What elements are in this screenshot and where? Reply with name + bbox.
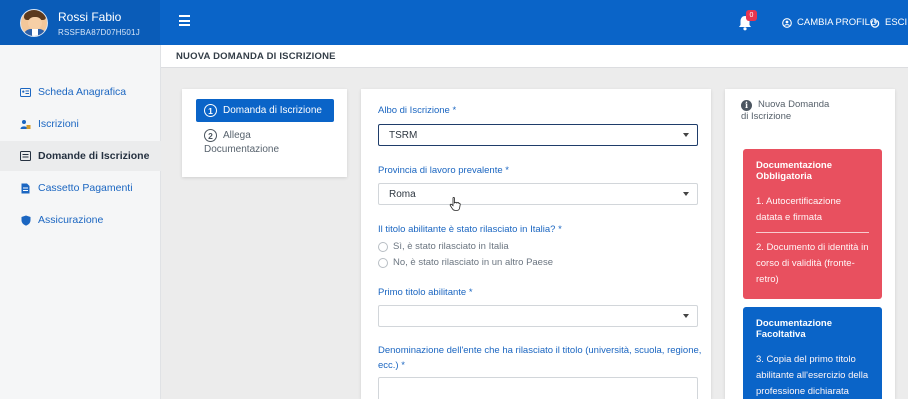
info-heading-line1: Nuova Domanda: [758, 99, 830, 110]
doc-item-2-line1: 2. Documento di identità in: [756, 242, 869, 253]
users-icon: [20, 119, 31, 130]
id-card-icon: [20, 87, 31, 98]
step-number: 1: [204, 104, 217, 117]
title-line2: Obbligatoria: [756, 171, 812, 182]
steps-card: 1 Domanda di Iscrizione 2 Allega Documen…: [182, 89, 347, 177]
power-icon: [870, 18, 880, 28]
doc-item-2-line2: corso di validità (fronte-: [756, 258, 855, 269]
user-circle-icon: [782, 17, 792, 28]
sidebar-item-label: Iscrizioni: [38, 118, 79, 130]
breadcrumb-bar: NUOVA DOMANDA DI ISCRIZIONE: [161, 45, 908, 68]
title-line1: Documentazione: [756, 318, 833, 329]
sidebar-item-label: Scheda Anagrafica: [38, 86, 127, 98]
top-bar: Rossi Fabio RSSFBA87D07H501J 0 CAMBIA PR…: [0, 0, 908, 45]
menu-toggle-icon[interactable]: [179, 15, 190, 27]
step-label: Allega: [223, 130, 251, 141]
ente-label-continued: ecc.) *: [378, 360, 405, 371]
title-line2: Facoltativa: [756, 329, 806, 340]
doc-item-1: 1. Autocertificazione datata e firmata: [756, 194, 869, 226]
provincia-value: Roma: [389, 188, 416, 200]
mandatory-docs-box: Documentazione Obbligatoria 1. Autocerti…: [743, 149, 882, 299]
doc-item-2-line3: retro): [756, 274, 779, 285]
chevron-down-icon: [683, 314, 689, 318]
info-panel: i Nuova Domanda di Iscrizione Documentazi…: [725, 89, 895, 399]
step-label-continued: Documentazione: [204, 144, 280, 155]
step-label: Domanda di Iscrizione: [223, 105, 322, 116]
user-name: Rossi Fabio: [58, 10, 122, 24]
radio-label: Sì, è stato rilasciato in Italia: [393, 241, 509, 252]
doc-item-1-line1: 1. Autocertificazione: [756, 196, 842, 207]
radio-button[interactable]: [378, 241, 388, 252]
notification-badge: 0: [746, 10, 757, 21]
step-number: 2: [204, 129, 217, 142]
primo-titolo-label: Primo titolo abilitante *: [378, 287, 473, 298]
user-block[interactable]: Rossi Fabio RSSFBA87D07H501J: [0, 0, 160, 45]
chevron-down-icon: [683, 133, 689, 137]
info-icon: i: [741, 99, 752, 111]
provincia-select[interactable]: Roma: [378, 183, 698, 205]
sidebar-item-label: Domande di Iscrizione: [38, 150, 150, 162]
titolo-italia-label: Il titolo abilitante è stato rilasciato …: [378, 224, 562, 235]
radio-italia-no[interactable]: No, è stato rilasciato in un altro Paese: [378, 257, 553, 268]
info-heading-line2: di Iscrizione: [741, 111, 792, 122]
doc-item-3-line1: 3. Copia del primo titolo: [756, 354, 856, 365]
doc-item-3-line3: professione dichiarata: [756, 386, 849, 397]
sidebar-item-domande-di-iscrizione[interactable]: Domande di Iscrizione: [0, 141, 161, 171]
change-profile-label: CAMBIA PROFILO: [797, 17, 878, 28]
albo-select[interactable]: TSRM: [378, 124, 698, 146]
form-card: Albo di Iscrizione * TSRM Provincia di l…: [361, 89, 711, 399]
divider: [756, 232, 869, 233]
logout-label: ESCI: [885, 17, 908, 28]
doc-item-3-line2: abilitante all'esercizio della: [756, 370, 869, 381]
albo-label: Albo di Iscrizione *: [378, 105, 457, 116]
radio-button[interactable]: [378, 257, 388, 268]
change-profile-button[interactable]: CAMBIA PROFILO: [782, 17, 877, 28]
user-fiscal-code: RSSFBA87D07H501J: [58, 28, 140, 37]
doc-item-3: 3. Copia del primo titolo abilitante all…: [756, 352, 869, 399]
file-icon: [20, 183, 31, 194]
optional-docs-title: Documentazione Facoltativa: [756, 318, 869, 340]
form-icon: [20, 151, 31, 162]
doc-item-2: 2. Documento di identità in corso di val…: [756, 240, 869, 288]
hand-cursor-icon: [449, 197, 461, 216]
title-line1: Documentazione: [756, 160, 833, 171]
logout-button[interactable]: ESCI: [870, 17, 907, 28]
primo-titolo-select[interactable]: [378, 305, 698, 327]
sidebar-item-cassetto-pagamenti[interactable]: Cassetto Pagamenti: [0, 173, 161, 203]
step-1-domanda[interactable]: 1 Domanda di Iscrizione: [196, 99, 334, 122]
sidebar-item-label: Assicurazione: [38, 214, 104, 226]
ente-input[interactable]: [378, 377, 698, 399]
step-2-documentazione[interactable]: 2 Allega Documentazione: [204, 129, 344, 155]
sidebar-item-iscrizioni[interactable]: Iscrizioni: [0, 109, 161, 139]
sidebar-item-scheda-anagrafica[interactable]: Scheda Anagrafica: [0, 77, 161, 107]
albo-value: TSRM: [389, 129, 418, 141]
info-heading: i Nuova Domanda di Iscrizione: [741, 99, 871, 123]
sidebar-item-label: Cassetto Pagamenti: [38, 182, 133, 194]
shield-icon: [20, 215, 31, 226]
provincia-label: Provincia di lavoro prevalente *: [378, 165, 509, 176]
page-title: NUOVA DOMANDA DI ISCRIZIONE: [176, 51, 336, 62]
radio-italia-si[interactable]: Sì, è stato rilasciato in Italia: [378, 241, 509, 252]
doc-item-1-line2: datata e firmata: [756, 212, 823, 223]
optional-docs-box: Documentazione Facoltativa 3. Copia del …: [743, 307, 882, 399]
sidebar: Scheda Anagrafica Iscrizioni Domande di …: [0, 45, 161, 399]
chevron-down-icon: [683, 192, 689, 196]
sidebar-item-assicurazione[interactable]: Assicurazione: [0, 205, 161, 235]
avatar[interactable]: [20, 9, 48, 37]
ente-label: Denominazione dell'ente che ha rilasciat…: [378, 345, 702, 356]
mandatory-docs-title: Documentazione Obbligatoria: [756, 160, 869, 182]
radio-label: No, è stato rilasciato in un altro Paese: [393, 257, 554, 268]
